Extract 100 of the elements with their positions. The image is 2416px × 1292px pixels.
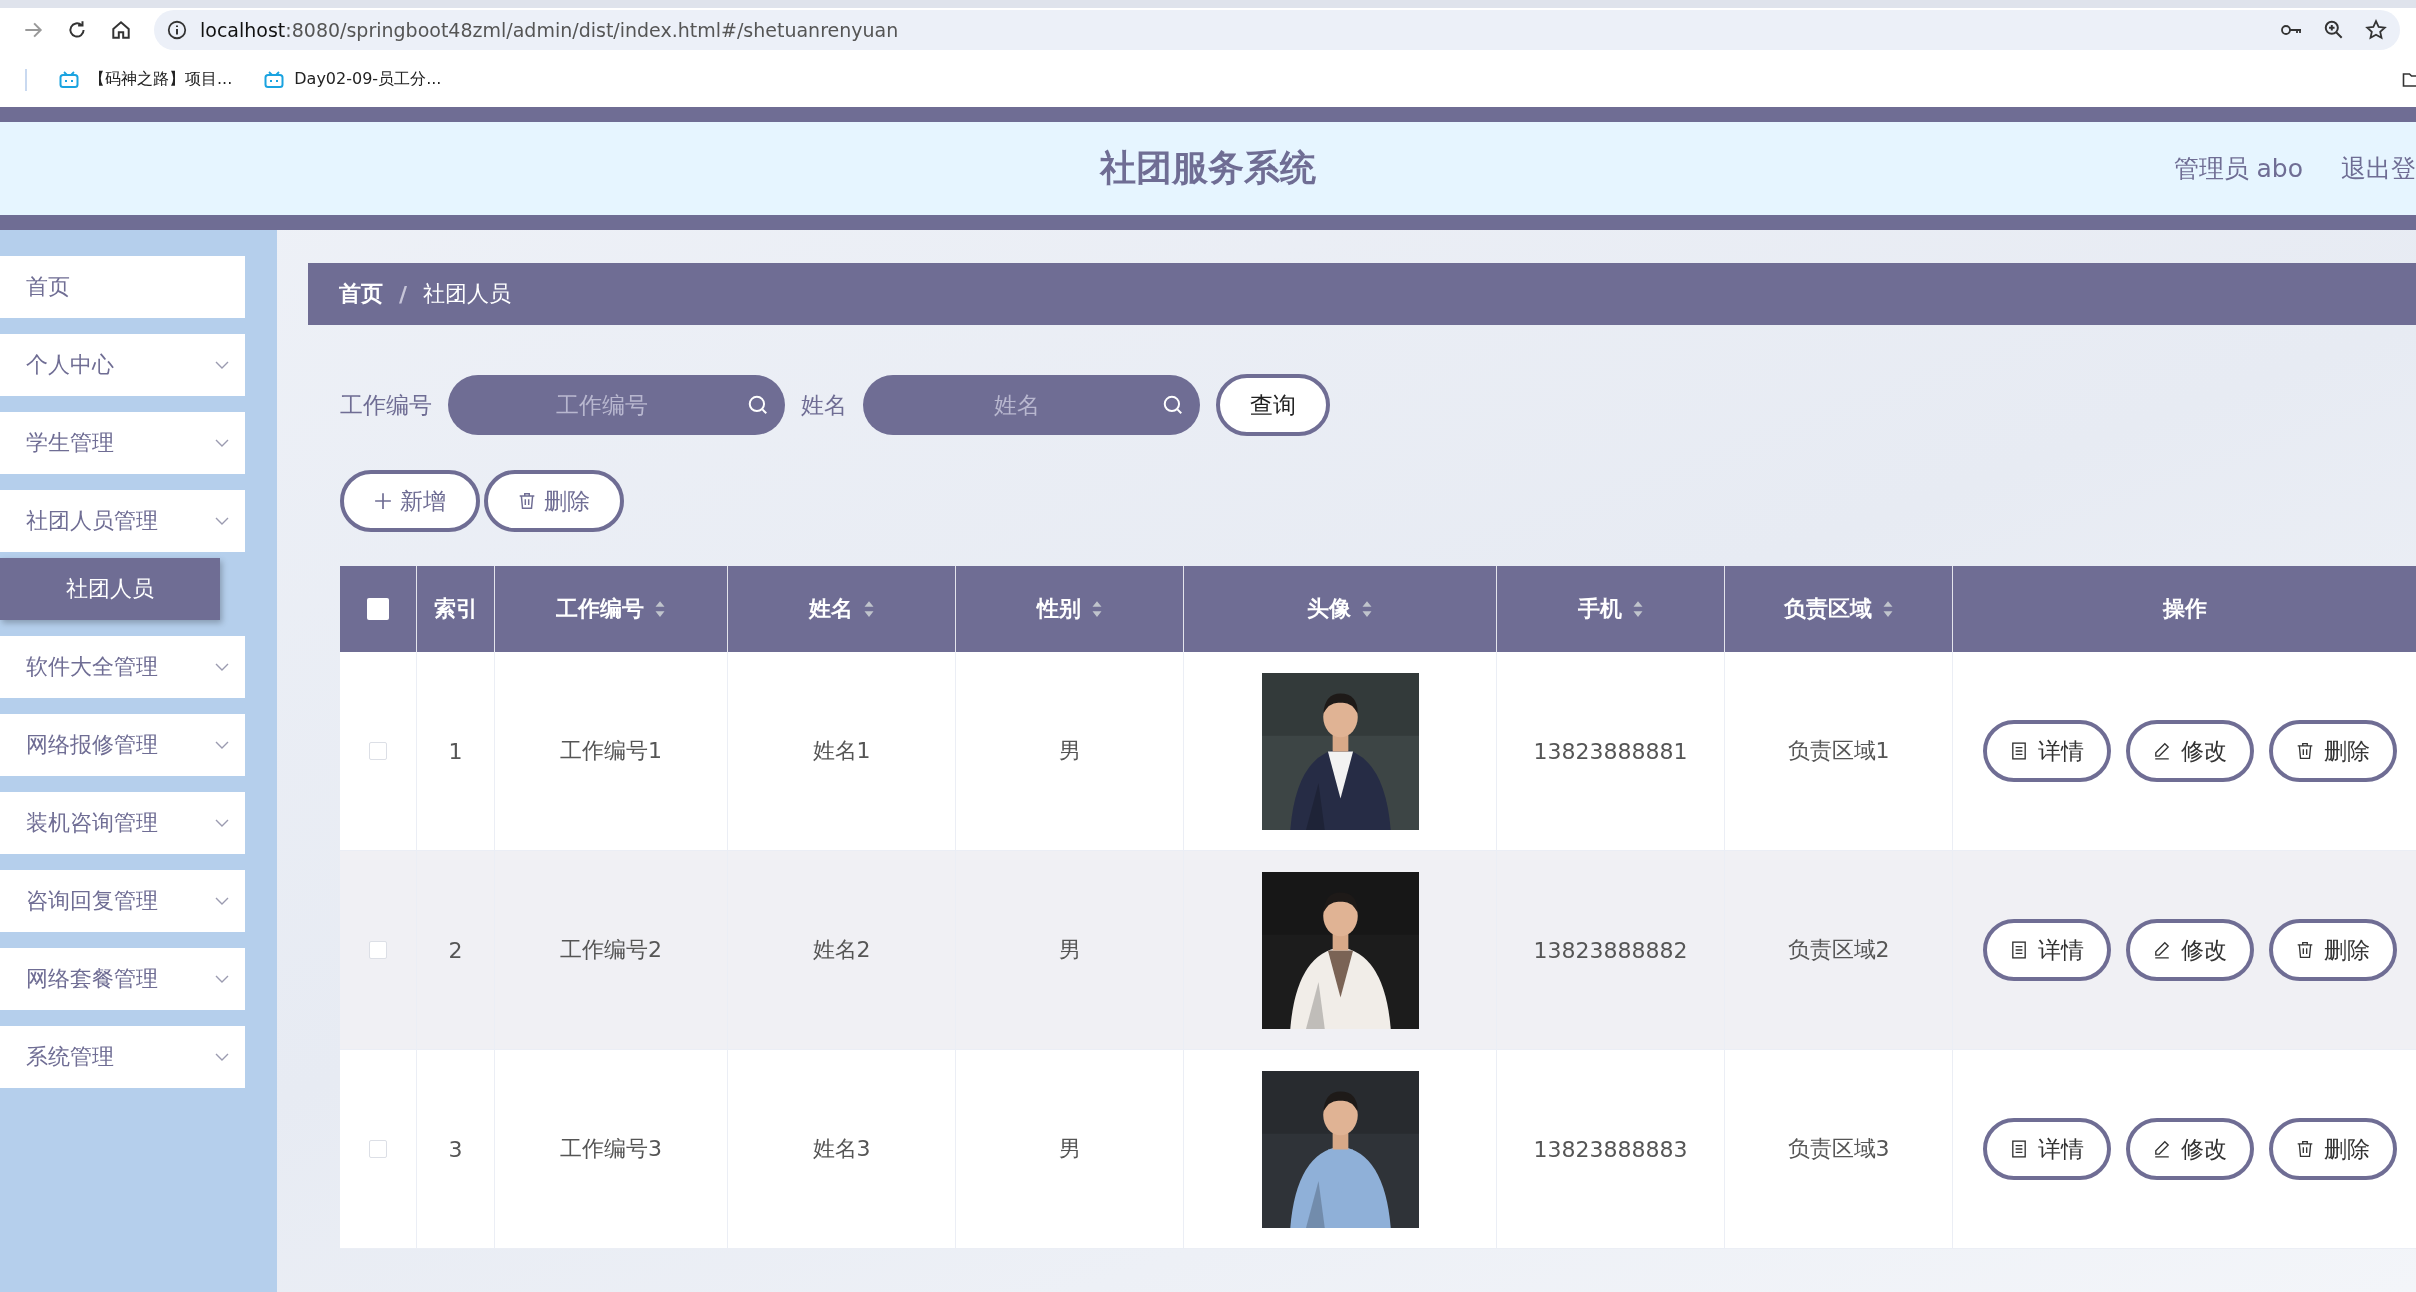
table-cell: 13823888883 bbox=[1533, 1136, 1688, 1162]
table-cell-text: 负责区域1 bbox=[1787, 737, 1890, 765]
table-cell: 3 bbox=[448, 1136, 463, 1162]
star-icon[interactable] bbox=[2364, 19, 2388, 41]
column-header: 索引 bbox=[433, 595, 478, 623]
select-all-checkbox[interactable] bbox=[367, 598, 389, 620]
detail-button[interactable]: 详情 bbox=[1983, 720, 2111, 782]
table-cell-text: 负责区域2 bbox=[1787, 936, 1890, 964]
menu-item[interactable]: 网络套餐管理 bbox=[0, 948, 245, 1010]
url-text: localhost:8080/springboot48zml/admin/dist/index.html#/shetuanrenyuan bbox=[200, 19, 899, 41]
detail-button[interactable]: 详情 bbox=[1983, 1118, 2111, 1180]
site-title: 社团服务系统 bbox=[1100, 146, 1316, 190]
table-cell-text: 男 bbox=[1058, 737, 1081, 765]
sort-icon[interactable] bbox=[862, 600, 875, 618]
home-icon[interactable] bbox=[110, 19, 132, 41]
plus-icon bbox=[374, 492, 392, 510]
table-cell-text: 负责区域3 bbox=[1787, 1135, 1890, 1163]
table-cell-text: 姓名3 bbox=[812, 1135, 871, 1163]
row-checkbox[interactable] bbox=[369, 742, 387, 760]
row-checkbox[interactable] bbox=[369, 1140, 387, 1158]
menu-item[interactable]: 装机咨询管理 bbox=[0, 792, 245, 854]
document-icon bbox=[2010, 941, 2028, 959]
user-label: 管理员 abo bbox=[2173, 153, 2303, 185]
sort-icon[interactable] bbox=[1631, 600, 1644, 618]
breadcrumb-separator: / bbox=[399, 281, 408, 307]
delete-button[interactable]: 删除 bbox=[2269, 919, 2397, 981]
column-header[interactable]: 姓名 bbox=[808, 594, 853, 624]
chevron-icon bbox=[215, 439, 229, 447]
trash-icon bbox=[518, 492, 536, 510]
breadcrumb-item[interactable]: 首页 bbox=[339, 279, 383, 309]
detail-button[interactable]: 详情 bbox=[1983, 919, 2111, 981]
menu-item[interactable]: 软件大全管理 bbox=[0, 636, 245, 698]
menu-item[interactable]: 个人中心 bbox=[0, 334, 245, 396]
pencil-icon bbox=[2153, 941, 2171, 959]
add-button[interactable]: 新增 bbox=[340, 470, 480, 532]
submenu-item[interactable]: 社团人员 bbox=[0, 558, 220, 620]
info-icon[interactable] bbox=[166, 19, 188, 41]
trash-icon bbox=[2296, 1140, 2314, 1158]
table-cell-text: 工作编号3 bbox=[560, 1135, 662, 1163]
menu-item[interactable]: 系统管理 bbox=[0, 1026, 245, 1088]
menu-item[interactable]: 网络报修管理 bbox=[0, 714, 245, 776]
delete-button[interactable]: 删除 bbox=[2269, 720, 2397, 782]
chevron-icon bbox=[215, 361, 229, 369]
menu-item[interactable]: 社团人员管理 bbox=[0, 490, 245, 552]
table-cell-text: 姓名1 bbox=[812, 737, 871, 765]
column-header[interactable]: 性别 bbox=[1036, 594, 1081, 624]
sort-icon[interactable] bbox=[1881, 600, 1894, 618]
row-checkbox[interactable] bbox=[369, 941, 387, 959]
sort-icon[interactable] bbox=[654, 600, 666, 618]
tv-icon bbox=[59, 70, 79, 89]
table-cell-text: 工作编号2 bbox=[560, 936, 662, 964]
chevron-icon bbox=[215, 741, 229, 749]
search-icon bbox=[747, 394, 769, 416]
sort-icon[interactable] bbox=[1090, 600, 1103, 618]
edit-button[interactable]: 修改 bbox=[2126, 919, 2254, 981]
table-cell: 1 bbox=[448, 738, 463, 764]
table-cell-text: 姓名2 bbox=[812, 936, 871, 964]
logout-link[interactable]: 退出登 bbox=[2341, 152, 2416, 185]
chevron-icon bbox=[215, 819, 229, 827]
pencil-icon bbox=[2153, 1140, 2171, 1158]
document-icon bbox=[2010, 742, 2028, 760]
breadcrumb-item: 社团人员 bbox=[423, 280, 512, 308]
column-header: 操作 bbox=[2162, 595, 2207, 623]
column-header[interactable]: 工作编号 bbox=[556, 594, 644, 624]
chevron-icon bbox=[215, 897, 229, 905]
edit-button[interactable]: 修改 bbox=[2126, 720, 2254, 782]
menu-item[interactable]: 学生管理 bbox=[0, 412, 245, 474]
search-field[interactable]: 姓名 bbox=[863, 375, 1200, 435]
field-label: 工作编号 bbox=[340, 390, 432, 420]
chevron-icon bbox=[215, 975, 229, 983]
delete-button[interactable]: 删除 bbox=[484, 470, 624, 532]
chevron-icon bbox=[215, 1053, 229, 1061]
search-icon bbox=[1162, 394, 1184, 416]
table-cell: 13823888881 bbox=[1533, 738, 1688, 764]
table-cell-text: 工作编号1 bbox=[560, 737, 662, 765]
table-cell-text: 男 bbox=[1058, 936, 1081, 964]
bookmark[interactable]: Day02-09-员工分... bbox=[264, 69, 442, 90]
chevron-icon bbox=[215, 663, 229, 671]
query-button[interactable]: 查询 bbox=[1216, 374, 1330, 436]
tv-icon bbox=[264, 70, 285, 89]
field-label: 姓名 bbox=[801, 390, 847, 420]
chevron-icon bbox=[215, 517, 229, 525]
edit-button[interactable]: 修改 bbox=[2126, 1118, 2254, 1180]
menu-item[interactable]: 首页 bbox=[0, 256, 245, 318]
column-header[interactable]: 手机 bbox=[1577, 594, 1622, 624]
column-header[interactable]: 头像 bbox=[1307, 594, 1351, 624]
menu-item[interactable]: 咨询回复管理 bbox=[0, 870, 245, 932]
table-cell: 2 bbox=[448, 937, 463, 963]
document-icon bbox=[2010, 1140, 2028, 1158]
address-bar[interactable]: localhost:8080/springboot48zml/admin/dist/index.html#/shetuanrenyuan bbox=[154, 10, 2400, 50]
sort-icon[interactable] bbox=[1361, 600, 1373, 618]
column-header[interactable]: 负责区域 bbox=[1783, 594, 1872, 624]
trash-icon bbox=[2296, 941, 2314, 959]
table-cell-text: 男 bbox=[1058, 1135, 1081, 1163]
bookmark[interactable]: 【码神之路】项目... bbox=[59, 69, 233, 90]
delete-button[interactable]: 删除 bbox=[2269, 1118, 2397, 1180]
trash-icon bbox=[2296, 742, 2314, 760]
folder-icon[interactable] bbox=[2402, 71, 2416, 88]
pencil-icon bbox=[2153, 742, 2171, 760]
search-field[interactable]: 工作编号 bbox=[448, 375, 785, 435]
